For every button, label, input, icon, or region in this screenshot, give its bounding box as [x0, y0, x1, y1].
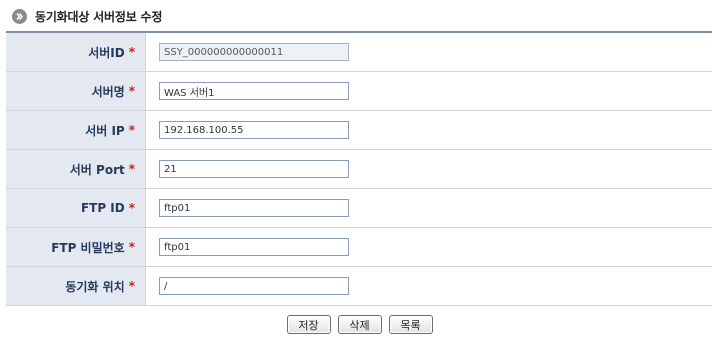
form-row-ftp-id: FTP ID *: [6, 189, 712, 228]
ftp-password-field[interactable]: [159, 238, 349, 256]
required-mark: *: [128, 201, 135, 215]
chevron-right-circle-icon: [12, 8, 27, 24]
label-text: FTP ID: [80, 201, 125, 215]
field-label: 동기화 위치 *: [6, 267, 146, 305]
field-label: 서버 Port *: [6, 150, 146, 188]
page-header: 동기화대상 서버정보 수정: [12, 8, 162, 24]
field-value-cell: [146, 72, 712, 110]
required-mark: *: [128, 240, 135, 254]
label-text: 동기화 위치: [65, 279, 125, 294]
field-value-cell: [146, 189, 712, 227]
label-text: 서버명: [91, 84, 125, 99]
form-row-sync-location: 동기화 위치 *: [6, 267, 712, 306]
save-button[interactable]: 저장: [286, 315, 331, 334]
delete-button[interactable]: 삭제: [337, 315, 382, 334]
label-text: FTP 비밀번호: [51, 240, 125, 255]
form-row-server-port: 서버 Port *: [6, 150, 712, 189]
field-value-cell: [146, 33, 712, 71]
form-row-ftp-password: FTP 비밀번호 *: [6, 228, 712, 267]
required-mark: *: [128, 45, 135, 59]
button-bar: 저장 삭제 목록: [0, 315, 719, 334]
label-text: 서버ID: [88, 45, 125, 60]
required-mark: *: [128, 123, 135, 137]
required-mark: *: [128, 84, 135, 98]
server-edit-page: 동기화대상 서버정보 수정 서버ID * 서버명 * 서버 IP *: [0, 0, 719, 343]
list-button[interactable]: 목록: [388, 315, 433, 334]
form-row-server-id: 서버ID *: [6, 33, 712, 72]
field-label: FTP ID *: [6, 189, 146, 227]
sync-location-field[interactable]: [159, 277, 349, 295]
form-row-server-ip: 서버 IP *: [6, 111, 712, 150]
ftp-id-field[interactable]: [159, 199, 349, 217]
form-row-server-name: 서버명 *: [6, 72, 712, 111]
server-info-form: 서버ID * 서버명 * 서버 IP *: [6, 31, 712, 306]
field-label: 서버 IP *: [6, 111, 146, 149]
label-text: 서버 Port: [69, 162, 125, 177]
server-id-field[interactable]: [159, 43, 349, 61]
field-value-cell: [146, 111, 712, 149]
required-mark: *: [128, 279, 135, 293]
field-label: FTP 비밀번호 *: [6, 228, 146, 266]
field-value-cell: [146, 228, 712, 266]
server-port-field[interactable]: [159, 160, 349, 178]
field-label: 서버명 *: [6, 72, 146, 110]
page-title: 동기화대상 서버정보 수정: [35, 9, 163, 24]
field-label: 서버ID *: [6, 33, 146, 71]
server-name-field[interactable]: [159, 82, 349, 100]
label-text: 서버 IP: [85, 123, 125, 138]
field-value-cell: [146, 150, 712, 188]
required-mark: *: [128, 162, 135, 176]
field-value-cell: [146, 267, 712, 305]
server-ip-field[interactable]: [159, 121, 349, 139]
